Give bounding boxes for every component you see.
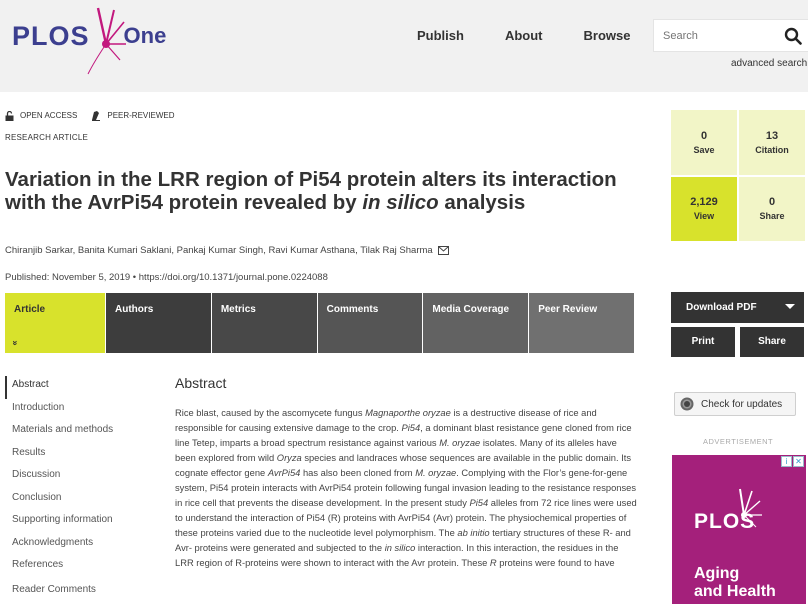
metric-save-label: Save [693,144,715,155]
metric-view-label: View [693,211,715,222]
search-icon[interactable] [784,27,802,45]
authors-text[interactable]: Chiranjib Sarkar, Banita Kumari Saklani,… [5,245,433,256]
ad-line-2: and Health [694,583,776,600]
metric-citation-count: 13 [765,129,779,142]
metrics-panel: 0 Save 13 Citation 2,129 View 0 Share [671,110,805,241]
crossmark-icon [680,397,694,411]
tab-article-label: Article [14,304,46,315]
nav-introduction[interactable]: Introduction [5,399,155,422]
check-updates-label: Check for updates [701,398,783,410]
advanced-search-link[interactable]: advanced search [731,58,807,69]
metric-share-count: 0 [768,196,776,209]
title-text-2: analysis [438,191,526,214]
metric-share-label: Share [759,211,785,222]
title-italic: in silico [362,191,439,214]
ad-info-icon[interactable]: i [781,456,792,467]
tab-comments-label: Comments [326,304,379,315]
tab-article[interactable]: Article » [5,293,107,353]
open-access-label: OPEN ACCESS [20,111,78,120]
abstract-text: Rice blast, caused by the ascomycete fun… [175,408,637,568]
nav-references[interactable]: References [5,556,155,579]
nav-browse[interactable]: Browse [584,28,631,43]
tab-peer-review[interactable]: Peer Review [529,293,634,353]
nav-results[interactable]: Results [5,444,155,467]
section-nav: Abstract Introduction Materials and meth… [5,376,155,603]
print-button[interactable]: Print [671,327,735,357]
metric-save-count: 0 [700,129,708,142]
search-box [653,19,808,52]
download-pdf-label: Download PDF [686,302,757,313]
logo-plos-text: PLOS [12,20,90,51]
tab-peer-review-label: Peer Review [538,304,598,315]
tab-comments[interactable]: Comments [317,293,424,353]
tab-authors-label: Authors [115,304,154,315]
tab-media-coverage[interactable]: Media Coverage [423,293,530,353]
tab-media-coverage-label: Media Coverage [432,304,510,315]
check-updates-button[interactable]: Check for updates [674,392,796,416]
search-input[interactable] [654,20,774,51]
advertisement-label: ADVERTISEMENT [703,437,774,446]
metric-save[interactable]: 0 Save [671,110,737,175]
peer-reviewed-badge: PEER-REVIEWED [91,110,174,121]
share-button[interactable]: Share [740,327,804,357]
ad-controls: i ✕ [781,456,804,467]
ad-line-1: Aging [694,565,740,582]
nav-about[interactable]: About [505,28,543,43]
open-lock-icon [5,110,14,121]
nav-abstract[interactable]: Abstract [5,376,155,399]
publication-info: Published: November 5, 2019 • https://do… [5,272,328,283]
nav-reader-comments[interactable]: Reader Comments [5,581,155,604]
author-list[interactable]: Chiranjib Sarkar, Banita Kumari Saklani,… [5,245,450,256]
ad-brand: PLOS [694,510,756,533]
metric-view[interactable]: 2,129 View [671,176,737,241]
nav-publish[interactable]: Publish [417,28,464,43]
abstract-heading: Abstract [175,375,227,391]
logo-burst-icon [87,7,126,75]
open-access-badge: OPEN ACCESS [5,110,78,121]
metric-citation[interactable]: 13 Citation [739,110,805,175]
tab-metrics-label: Metrics [220,304,256,315]
nav-supporting-information[interactable]: Supporting information [5,511,155,534]
article-type: RESEARCH ARTICLE [5,133,89,142]
mail-icon[interactable] [438,245,450,255]
metric-view-count: 2,129 [690,196,718,209]
nav-conclusion[interactable]: Conclusion [5,489,155,512]
caret-down-icon[interactable] [785,304,795,309]
download-pdf-button[interactable]: Download PDF [671,292,804,323]
main-nav: Publish About Browse [417,28,671,43]
peer-reviewed-icon [92,111,101,121]
advertisement-banner[interactable]: i ✕ PLOS Aging and Health [672,455,806,604]
tab-metrics[interactable]: Metrics [211,293,318,353]
nav-acknowledgments[interactable]: Acknowledgments [5,534,155,557]
peer-reviewed-label: PEER-REVIEWED [107,111,175,120]
plos-one-logo[interactable]: PLOS One [12,7,166,75]
metric-share[interactable]: 0 Share [739,176,805,241]
article-badges: OPEN ACCESS PEER-REVIEWED [5,110,188,121]
article-tabs: Article » Authors Metrics Comments Media… [5,293,634,353]
site-header: PLOS One Publish About Browse advanced s… [0,0,808,92]
article-title: Variation in the LRR region of Pi54 prot… [5,168,625,214]
nav-materials-methods[interactable]: Materials and methods [5,421,155,444]
nav-discussion[interactable]: Discussion [5,466,155,489]
ad-close-icon[interactable]: ✕ [793,456,804,467]
chevron-down-icon: » [10,340,21,346]
metric-citation-label: Citation [755,144,789,155]
tab-authors[interactable]: Authors [106,293,212,353]
